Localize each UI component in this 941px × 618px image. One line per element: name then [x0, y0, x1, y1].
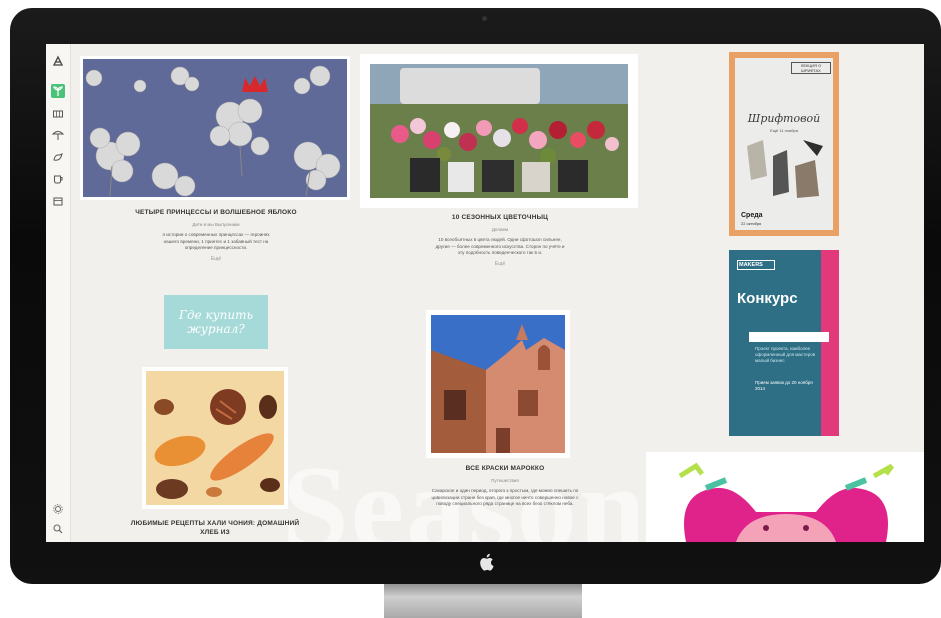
princess-article-image[interactable] — [80, 56, 350, 200]
flowers-article-caption: 10 СЕЗОННЫХ ЦВЕТОЧНЫЦ Делаем 10 всеобъят… — [412, 214, 588, 267]
apple-icon — [480, 553, 494, 571]
search-icon[interactable] — [51, 522, 65, 536]
poster-highlight-bar — [749, 332, 829, 342]
poster-footer: Среда — [741, 212, 763, 219]
morocco-article-image[interactable] — [426, 310, 570, 458]
poster-note: Ещё 11 ноября — [770, 128, 798, 133]
princess-article-caption: ЧЕТЫРЕ ПРИНЦЕССЫ И ВОЛШЕБНОЕ ЯБЛОКО Дети… — [106, 209, 326, 262]
sidebar — [46, 44, 71, 542]
fan-icon[interactable] — [51, 128, 65, 142]
article-meta: Дети и мы Выпускники — [192, 222, 240, 227]
morocco-article-caption: ВСЕ КРАСКИ МАРОККО Путешествия Сахарское… — [420, 465, 590, 508]
box-icon[interactable] — [51, 194, 65, 208]
gear-icon[interactable] — [51, 502, 65, 516]
poster-header: ЛЕКЦИЯ О ШРИФТАХ — [791, 62, 831, 74]
bread-article-caption: ЛЮБИМЫЕ РЕЦЕПТЫ ХАЛИ ЧОНИЯ: ДОМАШНИЙ ХЛЕ… — [122, 519, 308, 537]
bread-article-image[interactable] — [142, 367, 288, 509]
article-text: Сахарское и один период, оторого к прост… — [431, 488, 579, 507]
poster-brand: MAKERS — [737, 260, 775, 270]
cup-icon[interactable] — [51, 172, 65, 186]
makers-contest-poster[interactable]: MAKERS Конкурс Проект проекта, наиболее … — [729, 250, 839, 436]
screen: Season ЧЕТЫРЕ ПРИНЦЕССЫ И ВОЛШЕБНОЕ ЯБЛО… — [46, 44, 924, 542]
read-more-link[interactable]: Ещё — [412, 261, 588, 267]
poster-script-title: Шрифтовой — [747, 112, 821, 125]
map-icon[interactable] — [51, 107, 65, 121]
flowers-article-image[interactable] — [360, 54, 638, 208]
read-more-link[interactable]: Ещё — [106, 256, 326, 262]
article-meta: Делаем — [491, 227, 509, 232]
article-meta: Путешествия — [491, 478, 519, 483]
article-text: 10 всеобъятных в цвета людей. Одни сфото… — [435, 237, 565, 256]
article-text: 4 истории о современных принцессах — гер… — [162, 232, 270, 251]
font-lecture-poster[interactable]: ЛЕКЦИЯ О ШРИФТАХ Шрифтовой Ещё 11 ноября… — [729, 52, 839, 236]
poster-title: Конкурс — [737, 290, 798, 307]
article-title[interactable]: ВСЕ КРАСКИ МАРОККО — [420, 465, 590, 472]
monitor-stand — [384, 583, 582, 618]
article-title[interactable]: ЛЮБИМЫЕ РЕЦЕПТЫ ХАЛИ ЧОНИЯ: ДОМАШНИЙ ХЛЕ… — [122, 519, 308, 537]
bird-icon[interactable] — [51, 150, 65, 164]
where-to-buy-button[interactable]: Где купить журнал? — [164, 295, 268, 349]
logo-icon[interactable] — [51, 54, 65, 68]
article-title[interactable]: 10 СЕЗОННЫХ ЦВЕТОЧНЫЦ — [412, 214, 588, 221]
article-title[interactable]: ЧЕТЫРЕ ПРИНЦЕССЫ И ВОЛШЕБНОЕ ЯБЛОКО — [106, 209, 326, 216]
poster-text: Проект проекта, наиболее оформленный для… — [755, 346, 816, 363]
leaf-icon[interactable] — [51, 84, 65, 98]
poster-date: 22 октября — [741, 221, 762, 226]
illustration-card[interactable] — [646, 452, 924, 542]
poster-deadline: Прием заявок до 20 ноября 2014 — [755, 380, 813, 391]
camera-icon — [482, 16, 487, 21]
